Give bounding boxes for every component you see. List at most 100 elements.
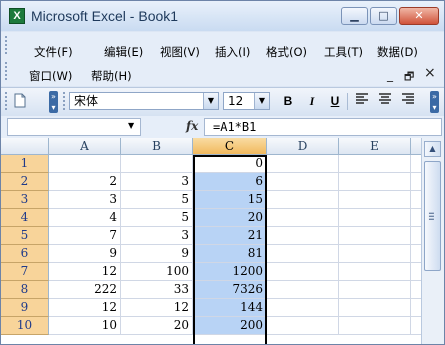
cell-f10[interactable]: [411, 317, 421, 335]
cell-f8[interactable]: [411, 281, 421, 299]
cell-e2[interactable]: [339, 173, 411, 191]
cell-d5[interactable]: [267, 227, 339, 245]
cell-e10[interactable]: [339, 317, 411, 335]
cell-a1[interactable]: [49, 155, 121, 173]
cell-e8[interactable]: [339, 281, 411, 299]
cell-f7[interactable]: [411, 263, 421, 281]
chevron-down-icon[interactable]: ▼: [203, 93, 218, 109]
cell-a6[interactable]: 9: [49, 245, 121, 263]
vertical-scrollbar[interactable]: ▲ ━ ━ ━: [421, 138, 444, 344]
cell-b4[interactable]: 5: [121, 209, 193, 227]
cell-b8[interactable]: 33: [121, 281, 193, 299]
column-header-d[interactable]: D: [267, 138, 339, 155]
menu-insert[interactable]: 插入(I): [215, 44, 250, 60]
doc-minimize-button[interactable]: _: [387, 68, 393, 82]
cell-a5[interactable]: 7: [49, 227, 121, 245]
bold-button[interactable]: B: [279, 93, 297, 110]
menu-file[interactable]: 文件(F): [34, 44, 73, 60]
cell-c8[interactable]: 7326: [193, 281, 267, 299]
cell-c2[interactable]: 6: [193, 173, 267, 191]
column-header-c[interactable]: C: [193, 138, 267, 155]
cell-d2[interactable]: [267, 173, 339, 191]
new-document-button[interactable]: [11, 93, 29, 110]
menu-window[interactable]: 窗口(W): [29, 68, 72, 84]
toolbar-grip[interactable]: [5, 92, 10, 110]
row-header[interactable]: 2: [1, 173, 49, 191]
column-header-a[interactable]: A: [49, 138, 121, 155]
menu-help[interactable]: 帮助(H): [91, 68, 132, 84]
cell-e6[interactable]: [339, 245, 411, 263]
select-all-corner[interactable]: [1, 138, 49, 155]
cell-f3[interactable]: [411, 191, 421, 209]
menu-data[interactable]: 数据(D): [377, 44, 418, 60]
cell-c6[interactable]: 81: [193, 245, 267, 263]
cell-c3[interactable]: 15: [193, 191, 267, 209]
cell-a3[interactable]: 3: [49, 191, 121, 209]
toolbar-options-chevron[interactable]: » ▾: [49, 91, 58, 113]
row-header[interactable]: 4: [1, 209, 49, 227]
menu-edit[interactable]: 编辑(E): [104, 44, 143, 60]
row-header[interactable]: 5: [1, 227, 49, 245]
maximize-button[interactable]: □: [370, 7, 397, 25]
cell-c7[interactable]: 1200: [193, 263, 267, 281]
cell-e9[interactable]: [339, 299, 411, 317]
cell-c9[interactable]: 144: [193, 299, 267, 317]
menu-tools[interactable]: 工具(T): [324, 44, 363, 60]
worksheet-grid[interactable]: A B C D E 1 0 2 2 3 6 3 3 5 15 4 4 5 20 5 7 3 21 6 9 9 81 7 12 1…: [1, 138, 421, 344]
scroll-up-button[interactable]: ▲: [424, 141, 441, 157]
cell-f5[interactable]: [411, 227, 421, 245]
column-header-b[interactable]: B: [121, 138, 193, 155]
cell-c1[interactable]: 0: [193, 155, 267, 173]
cell-a4[interactable]: 4: [49, 209, 121, 227]
cell-e3[interactable]: [339, 191, 411, 209]
name-box-dropdown-icon[interactable]: ▼: [128, 121, 134, 130]
cell-b1[interactable]: [121, 155, 193, 173]
align-left-button[interactable]: [353, 93, 371, 110]
cell-c10[interactable]: 200: [193, 317, 267, 335]
toolbar-grip-2[interactable]: [63, 92, 68, 110]
toolbar-options-chevron-2[interactable]: » ▾: [430, 91, 439, 113]
row-header[interactable]: 3: [1, 191, 49, 209]
cell-f4[interactable]: [411, 209, 421, 227]
cell-b2[interactable]: 3: [121, 173, 193, 191]
cell-e1[interactable]: [339, 155, 411, 173]
cell-d10[interactable]: [267, 317, 339, 335]
italic-button[interactable]: I: [303, 93, 321, 110]
name-box[interactable]: [7, 118, 141, 136]
insert-function-button[interactable]: fx: [186, 119, 198, 133]
cell-d3[interactable]: [267, 191, 339, 209]
cell-a9[interactable]: 12: [49, 299, 121, 317]
font-size-select[interactable]: 12 ▼: [223, 92, 270, 110]
cell-f9[interactable]: [411, 299, 421, 317]
cell-e7[interactable]: [339, 263, 411, 281]
scroll-thumb[interactable]: ━ ━ ━: [424, 161, 441, 271]
formula-input[interactable]: =A1*B1: [204, 118, 442, 136]
cell-a2[interactable]: 2: [49, 173, 121, 191]
cell-a8[interactable]: 222: [49, 281, 121, 299]
row-header[interactable]: 9: [1, 299, 49, 317]
cell-e5[interactable]: [339, 227, 411, 245]
cell-d6[interactable]: [267, 245, 339, 263]
cell-b3[interactable]: 5: [121, 191, 193, 209]
align-right-button[interactable]: [399, 93, 417, 110]
cell-b10[interactable]: 20: [121, 317, 193, 335]
align-center-button[interactable]: [376, 93, 394, 110]
doc-restore-button[interactable]: 🗗: [404, 68, 414, 87]
cell-f6[interactable]: [411, 245, 421, 263]
cell-f1[interactable]: [411, 155, 421, 173]
close-button[interactable]: ✕: [399, 7, 439, 25]
cell-e4[interactable]: [339, 209, 411, 227]
cell-a10[interactable]: 10: [49, 317, 121, 335]
cell-f2[interactable]: [411, 173, 421, 191]
cell-d9[interactable]: [267, 299, 339, 317]
column-header-e[interactable]: E: [339, 138, 411, 155]
row-header[interactable]: 7: [1, 263, 49, 281]
menu-format[interactable]: 格式(O): [266, 44, 307, 60]
cell-c5[interactable]: 21: [193, 227, 267, 245]
menu-view[interactable]: 视图(V): [160, 44, 200, 60]
cell-d1[interactable]: [267, 155, 339, 173]
minimize-button[interactable]: ▁: [341, 7, 368, 25]
row-header[interactable]: 1: [1, 155, 49, 173]
cell-c4[interactable]: 20: [193, 209, 267, 227]
excel-app-icon[interactable]: X: [9, 8, 25, 24]
